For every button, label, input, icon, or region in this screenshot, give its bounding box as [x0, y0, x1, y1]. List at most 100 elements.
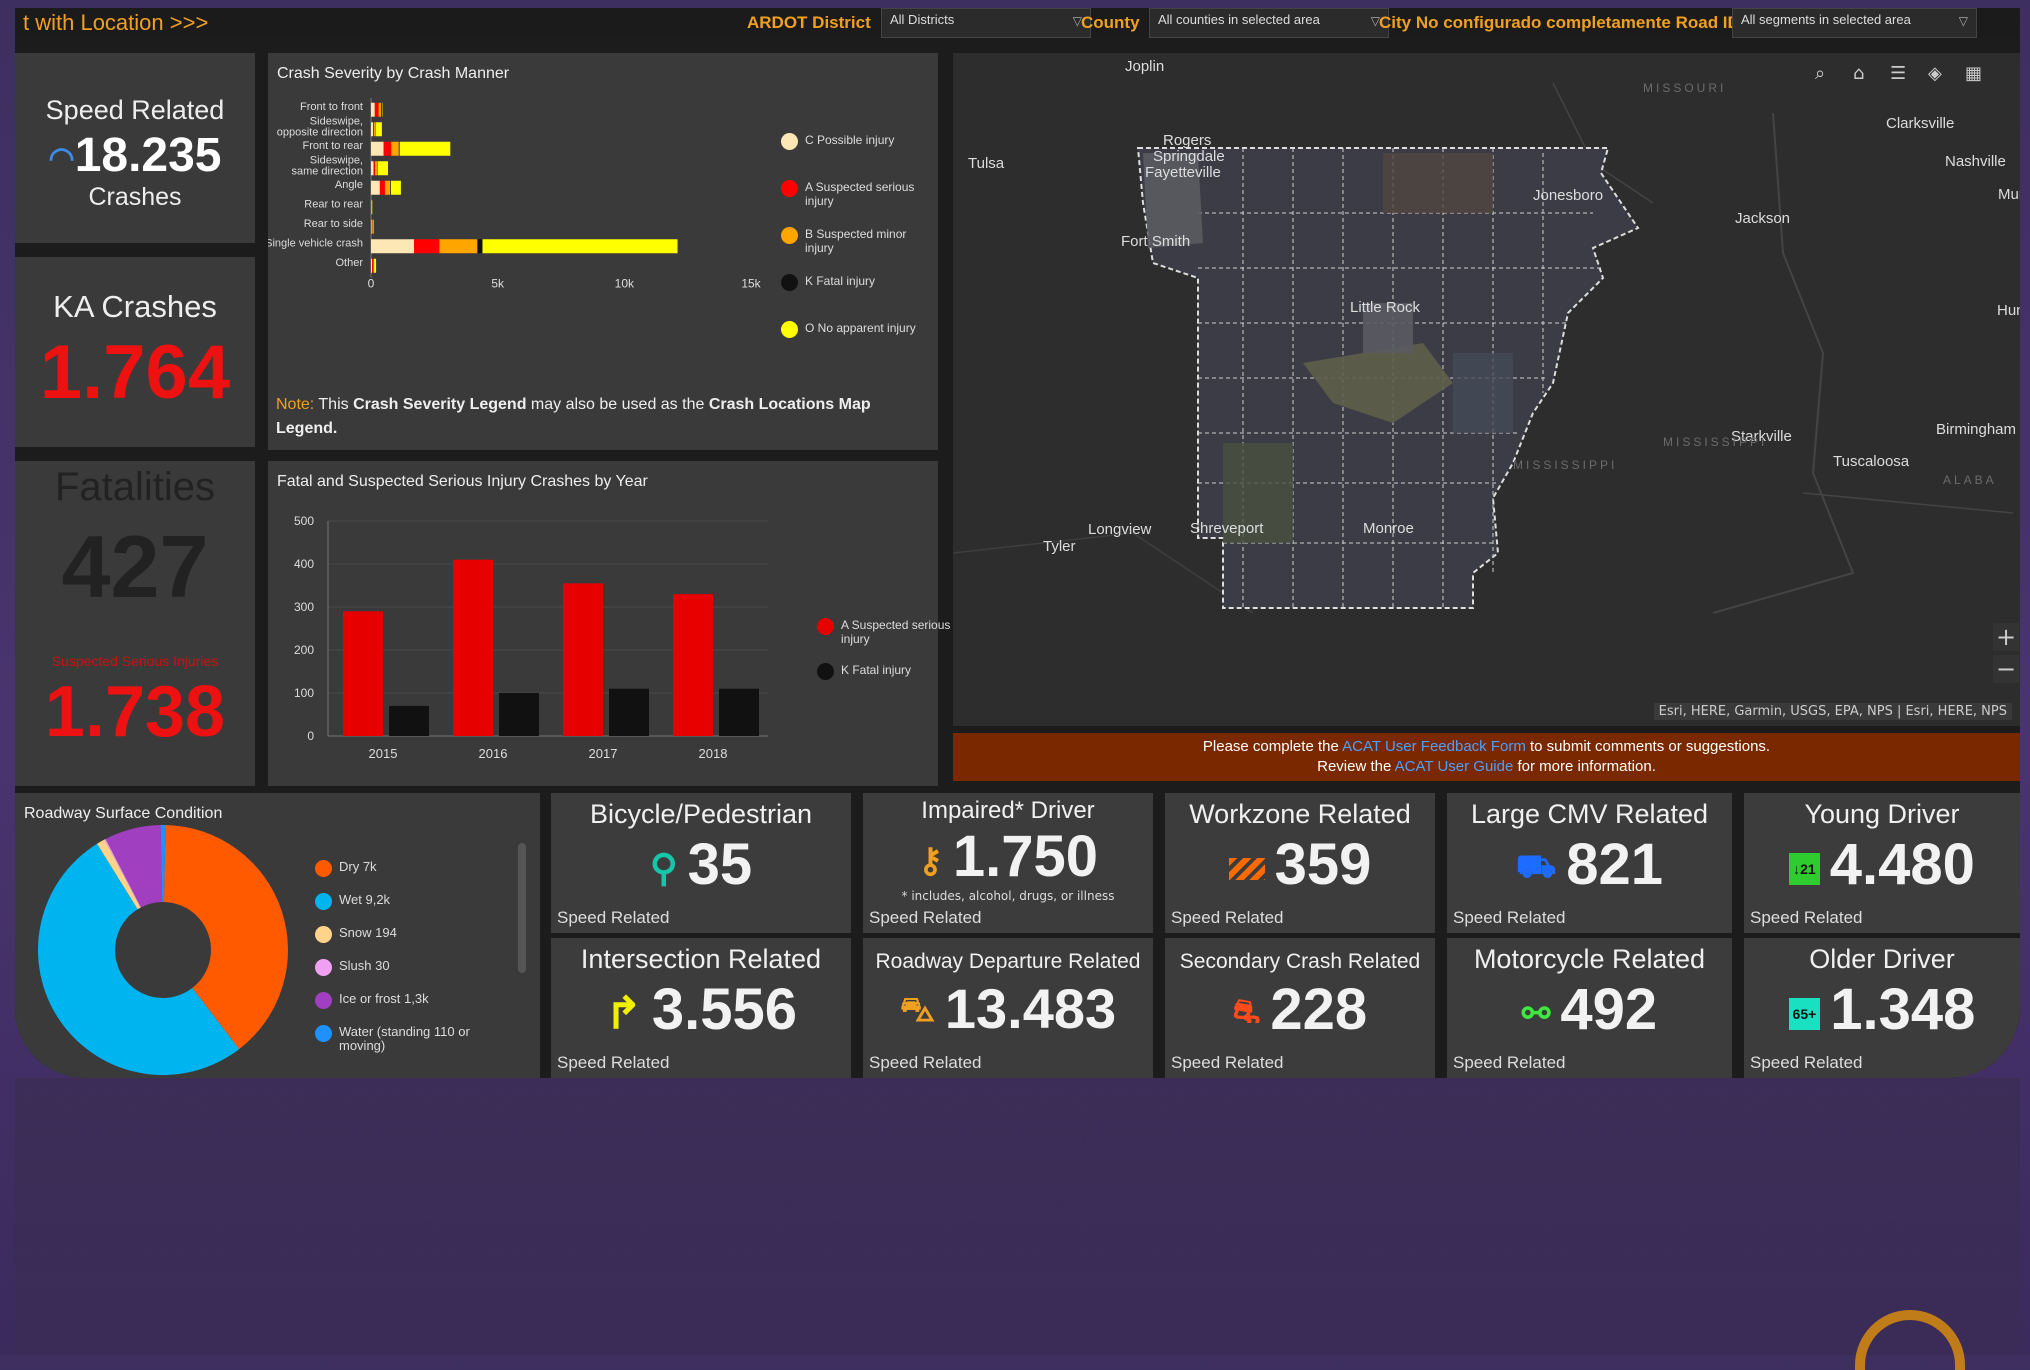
legend-item[interactable]: K Fatal injury: [781, 274, 925, 288]
chevron-down-icon: ▽: [1959, 14, 1968, 28]
legend-item[interactable]: Slush 30: [315, 959, 489, 973]
severity-bar[interactable]: [375, 103, 379, 117]
older-driver-tile[interactable]: Older Driver 65+1.348 Speed Related: [1744, 938, 2020, 1078]
severity-bar[interactable]: [379, 103, 382, 117]
severity-bar[interactable]: [381, 103, 382, 117]
basemap-gallery-icon[interactable]: ▦: [1965, 63, 1982, 84]
crash-map[interactable]: JoplinClarksvilleNashvilleMurfreTulsaRog…: [953, 53, 2020, 726]
year-bar[interactable]: [453, 560, 493, 736]
list-icon[interactable]: ☰: [1890, 63, 1906, 84]
severity-bar[interactable]: [371, 239, 414, 253]
severity-bar[interactable]: [374, 259, 376, 273]
year-bar[interactable]: [343, 611, 383, 736]
legend-item[interactable]: Snow 194: [315, 926, 489, 940]
severity-bar[interactable]: [391, 142, 399, 156]
county-select[interactable]: All counties in selected area ▽: [1149, 8, 1389, 38]
severity-bar[interactable]: [372, 220, 373, 234]
severity-bar[interactable]: [371, 161, 374, 175]
severity-bar[interactable]: [400, 142, 451, 156]
severity-bar[interactable]: [374, 122, 375, 136]
severity-bar[interactable]: [482, 239, 677, 253]
large-cmv-tile[interactable]: Large CMV Related ⛟821 Speed Related: [1447, 793, 1732, 933]
search-icon[interactable]: ⌕: [1815, 63, 1825, 84]
year-bar[interactable]: [563, 583, 603, 736]
year-bar[interactable]: [609, 689, 649, 736]
year-bar[interactable]: [673, 594, 713, 736]
legend-item[interactable]: B Suspected minor injury: [781, 227, 925, 255]
year-bar[interactable]: [499, 693, 539, 736]
intersection-tile[interactable]: Intersection Related ↱3.556 Speed Relate…: [551, 938, 851, 1078]
year-bar[interactable]: [389, 706, 429, 736]
severity-bar[interactable]: [374, 161, 376, 175]
legend-item[interactable]: C Possible injury: [781, 133, 925, 147]
ssi-label: Suspected Serious Injuries: [15, 653, 255, 669]
severity-bar[interactable]: [385, 181, 390, 195]
legend-item[interactable]: K Fatal injury: [817, 663, 951, 677]
legend-scrollbar[interactable]: [518, 843, 526, 973]
severity-bar[interactable]: [371, 259, 372, 273]
legend-swatch: [315, 959, 332, 976]
zoom-out-button[interactable]: −: [1993, 655, 2019, 683]
severity-bar[interactable]: [477, 239, 482, 253]
severity-bar[interactable]: [414, 239, 439, 253]
severity-bar[interactable]: [371, 220, 372, 234]
legend-item[interactable]: Ice or frost 1,3k: [315, 992, 489, 1006]
district-select[interactable]: All Districts ▽: [881, 8, 1091, 38]
y-tick-label: 0: [307, 729, 314, 743]
large-cmv-number: 821: [1566, 832, 1663, 897]
severity-bar[interactable]: [391, 181, 401, 195]
year-bar[interactable]: [719, 689, 759, 736]
legend-item[interactable]: A Suspected serious injury: [817, 618, 951, 646]
severity-bar[interactable]: [373, 220, 374, 234]
severity-bar[interactable]: [375, 161, 378, 175]
severity-bar[interactable]: [372, 259, 373, 273]
severity-bar[interactable]: [371, 142, 384, 156]
impaired-driver-value: ⚷1.750: [863, 823, 1153, 890]
young-driver-tile[interactable]: Young Driver ↓214.480 Speed Related: [1744, 793, 2020, 933]
home-icon[interactable]: ⌂: [1853, 63, 1864, 84]
severity-bar[interactable]: [371, 103, 375, 117]
dashboard: t with Location >>> ARDOT District All D…: [15, 8, 2020, 1078]
severity-bar[interactable]: [376, 122, 382, 136]
roadway-departure-tile[interactable]: Roadway Departure Related ⛍13.483 Speed …: [863, 938, 1153, 1078]
legend-item[interactable]: A Suspected serious injury: [781, 180, 925, 208]
severity-bar[interactable]: [372, 220, 373, 234]
feedback-form-link[interactable]: ACAT User Feedback Form: [1342, 738, 1526, 755]
turn-arrow-icon: ↱: [605, 988, 642, 1039]
severity-bar[interactable]: [390, 181, 391, 195]
legend-item[interactable]: Water (standing 110 or moving): [315, 1025, 489, 1053]
legend-item[interactable]: O No apparent injury: [781, 321, 925, 335]
legend-item[interactable]: Wet 9,2k: [315, 893, 489, 907]
severity-bar[interactable]: [371, 122, 373, 136]
severity-bar[interactable]: [373, 122, 374, 136]
x-tick-label: 0: [368, 277, 375, 291]
severity-bar[interactable]: [439, 239, 477, 253]
bicycle-pedestrian-sub: Speed Related: [557, 908, 669, 928]
severity-bar[interactable]: [371, 200, 372, 214]
city-label: Joplin: [1125, 58, 1164, 75]
bicycle-pedestrian-tile[interactable]: Bicycle/Pedestrian ⚲35 Speed Related: [551, 793, 851, 933]
road-select[interactable]: All segments in selected area ▽: [1732, 8, 1977, 38]
impaired-driver-tile[interactable]: Impaired* Driver ⚷1.750 * includes, alco…: [863, 793, 1153, 933]
severity-bar[interactable]: [399, 142, 400, 156]
map-attribution: Esri, HERE, Garmin, USGS, EPA, NPS | Esr…: [1654, 703, 2012, 720]
zoom-in-button[interactable]: +: [1993, 623, 2019, 651]
severity-bar[interactable]: [382, 103, 383, 117]
key-icon: ⚷: [918, 841, 943, 881]
severity-bar[interactable]: [373, 259, 374, 273]
x-tick-label: 15k: [741, 277, 761, 291]
state-label: MISSISSIPPI: [1663, 435, 1767, 449]
severity-bar[interactable]: [378, 161, 388, 175]
x-tick-label: 2016: [479, 746, 508, 761]
severity-bar[interactable]: [371, 181, 380, 195]
logo-arc: [1855, 1310, 1965, 1370]
legend-swatch: [781, 274, 798, 291]
secondary-crash-tile[interactable]: Secondary Crash Related ⛐228 Speed Relat…: [1165, 938, 1435, 1078]
motorcycle-tile[interactable]: Motorcycle Related ⚯492 Speed Related: [1447, 938, 1732, 1078]
legend-item[interactable]: Dry 7k: [315, 860, 489, 874]
severity-bar[interactable]: [384, 142, 392, 156]
severity-bar[interactable]: [380, 181, 385, 195]
workzone-tile[interactable]: Workzone Related 359 Speed Related: [1165, 793, 1435, 933]
user-guide-link[interactable]: ACAT User Guide: [1395, 758, 1514, 775]
layers-icon[interactable]: ◈: [1928, 63, 1942, 84]
